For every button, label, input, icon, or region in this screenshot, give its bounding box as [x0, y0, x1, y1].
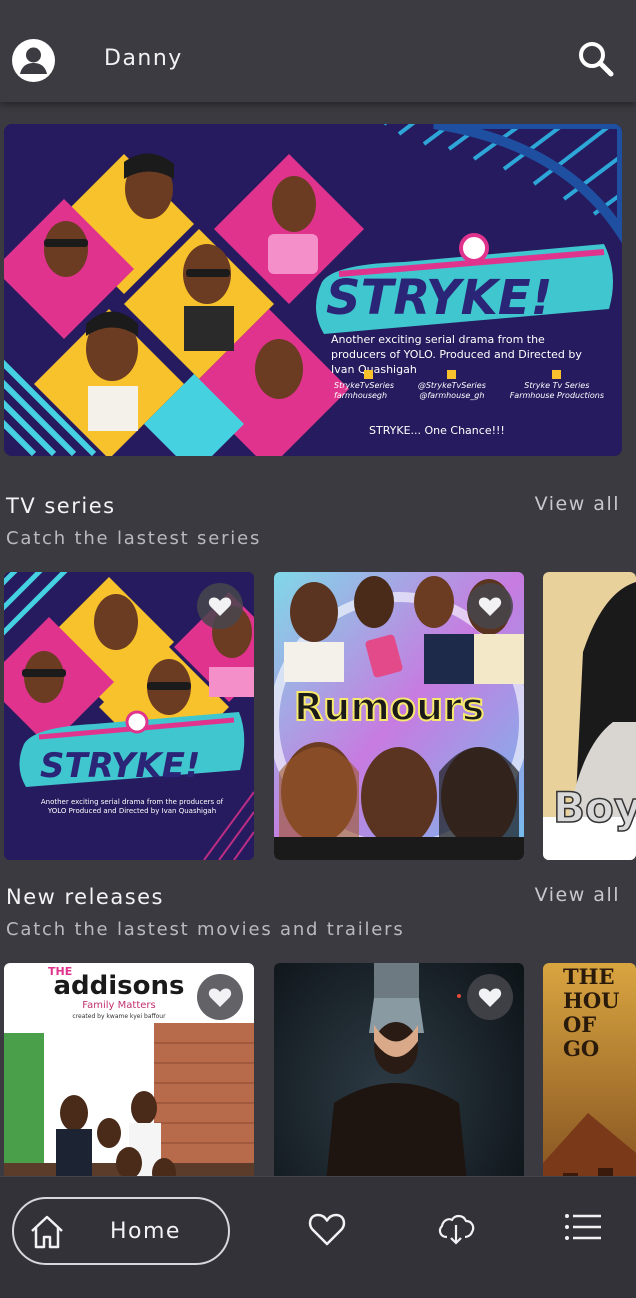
view-all-new-releases-button[interactable]: View all: [535, 884, 620, 906]
banner-slogan: STRYKE... One Chance!!!: [369, 424, 505, 437]
card-credit: created by kwame kyei baffour: [72, 1013, 166, 1020]
twitter-icon: [364, 370, 373, 379]
nav-home-label: Home: [110, 1219, 181, 1244]
banner-social-facebook: Stryke Tv Series Farmhouse Productions: [510, 370, 604, 401]
section-title-new-releases: New releases: [6, 885, 164, 909]
card-title: STRYKE!: [40, 746, 200, 786]
heart-icon: [478, 597, 502, 616]
favorite-heart-button[interactable]: [197, 974, 243, 1020]
series-card-boy[interactable]: Boy: [543, 572, 636, 860]
addisons-title-block: THE addisons Family Matters created by k…: [44, 965, 194, 1020]
cloud-download-icon[interactable]: [436, 1211, 476, 1247]
top-app-bar: Danny: [0, 0, 636, 102]
view-all-tv-series-button[interactable]: View all: [535, 493, 620, 515]
section-subtitle-new-releases: Catch the lastest movies and trailers: [6, 919, 405, 940]
nav-home-button[interactable]: Home: [12, 1197, 230, 1265]
heart-icon: [208, 988, 232, 1007]
card-title: THE HOU OF GO: [563, 965, 620, 1061]
favorite-heart-button[interactable]: [467, 583, 513, 629]
card-title: addisons: [53, 971, 185, 1001]
section-title-tv-series: TV series: [6, 494, 116, 518]
heart-icon: [208, 597, 232, 616]
menu-list-icon[interactable]: [563, 1211, 603, 1243]
facebook-icon: [552, 370, 562, 379]
card-subtitle: Family Matters: [82, 1000, 156, 1011]
series-card-rumours[interactable]: Rumours: [274, 572, 524, 860]
banner-socials: StrykeTvSeries farmhousegh @StrykeTvSeri…: [334, 370, 604, 401]
section-subtitle-tv-series: Catch the lastest series: [6, 528, 262, 549]
favorite-heart-button[interactable]: [197, 583, 243, 629]
heart-icon[interactable]: [308, 1211, 346, 1247]
series-card-stryke[interactable]: STRYKE! Another exciting serial drama fr…: [4, 572, 254, 860]
favorite-heart-button[interactable]: [467, 974, 513, 1020]
heart-icon: [478, 988, 502, 1007]
profile-avatar-icon[interactable]: [12, 39, 55, 82]
banner-social-twitter: StrykeTvSeries farmhousegh: [334, 370, 394, 401]
home-icon: [31, 1215, 63, 1249]
bottom-navigation-bar: Home: [0, 1176, 636, 1298]
banner-title: STRYKE!: [326, 270, 553, 326]
banner-social-instagram: @StrykeTvSeries @farmhouse_gh: [418, 370, 486, 401]
card-caption: Another exciting serial drama from the p…: [40, 798, 224, 815]
featured-banner[interactable]: STRYKE! Another exciting serial drama fr…: [4, 124, 622, 456]
search-icon[interactable]: [575, 38, 617, 80]
card-title: Rumours: [294, 685, 484, 729]
username-label: Danny: [104, 46, 183, 71]
instagram-icon: [447, 370, 457, 379]
card-title: Boy: [553, 783, 636, 832]
